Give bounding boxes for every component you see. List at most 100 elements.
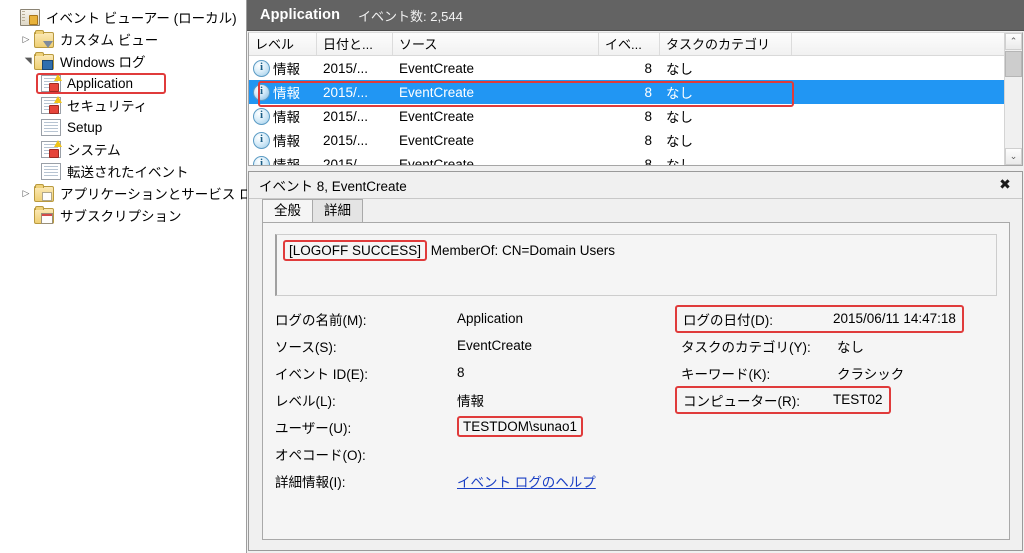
cell-event-id: 8 <box>644 60 652 76</box>
cell-task-category: なし <box>660 154 792 165</box>
cell-date: 2015/... <box>323 60 369 76</box>
table-row[interactable]: i 情報 2015/... EventCreate 8 なし <box>249 152 1004 165</box>
tree-item-label: サブスクリプション <box>60 209 182 224</box>
field-value: Application <box>457 311 524 326</box>
field-label: ソース(S): <box>275 339 337 355</box>
cell-task-category: なし <box>666 110 693 125</box>
cell-event-id: 8 <box>644 156 652 166</box>
cell-level: i 情報 <box>249 154 317 165</box>
chevron-right-icon[interactable] <box>18 182 34 205</box>
information-icon: i <box>253 83 270 101</box>
scroll-down-button[interactable]: ⌄ <box>1005 148 1022 165</box>
chevron-down-icon[interactable] <box>18 50 34 73</box>
column-header-spacer[interactable] <box>792 33 1004 55</box>
tree-item-security[interactable]: セキュリティ <box>0 94 246 116</box>
tree-item-windows-logs[interactable]: Windows ログ <box>0 50 246 72</box>
tree-item-label: Setup <box>67 119 103 135</box>
close-icon[interactable]: ✖ <box>994 175 1016 195</box>
cell-source: EventCreate <box>399 156 475 166</box>
tree-item-event-viewer-root[interactable]: イベント ビューアー (ローカル) <box>0 6 246 28</box>
cell-source: EventCreate <box>399 108 475 124</box>
field-value: クラシック <box>837 366 905 382</box>
field-keywords: キーワード(K): クラシック <box>675 359 997 386</box>
log-icon <box>41 162 61 180</box>
annotation-logged-date: ログの日付(D): 2015/06/11 14:47:18 <box>675 304 964 333</box>
cell-level-text: 情報 <box>273 86 300 101</box>
tab-general[interactable]: 全般 <box>262 199 313 222</box>
tree-item-subscriptions[interactable]: サブスクリプション <box>0 204 246 226</box>
tree-item-custom-views[interactable]: カスタム ビュー <box>0 28 246 50</box>
tree-item-setup[interactable]: Setup <box>0 116 246 138</box>
field-level: レベル(L): 情報 <box>275 386 675 413</box>
field-value: 2015/06/11 14:47:18 <box>833 311 956 326</box>
cell-task-category: なし <box>666 62 693 77</box>
cell-event-id: 8 <box>644 108 652 124</box>
event-fields-left-column: ログの名前(M): Application ソース(S): EventCreat… <box>275 305 675 494</box>
tree-item-label: Application <box>67 75 134 91</box>
cell-level-text: 情報 <box>273 154 300 165</box>
field-label: 詳細情報(I): <box>275 474 346 490</box>
cell-level-text: 情報 <box>273 62 300 77</box>
log-warning-icon <box>41 95 62 114</box>
cell-source: EventCreate <box>399 132 475 148</box>
column-header-event-id[interactable]: イベ... <box>599 33 660 55</box>
cell-level-text: 情報 <box>273 134 300 149</box>
cell-level: i 情報 <box>249 106 317 126</box>
folder-filter-icon <box>34 30 54 48</box>
column-header-level[interactable]: レベル <box>249 33 317 55</box>
event-message-text: MemberOf: CN=Domain Users <box>427 243 615 258</box>
event-log-help-link[interactable]: イベント ログのヘルプ <box>457 475 596 490</box>
event-viewer-icon <box>20 8 40 26</box>
log-icon <box>41 118 61 136</box>
information-icon: i <box>253 107 270 125</box>
tree-item-label: セキュリティ <box>67 99 148 114</box>
information-icon: i <box>253 155 270 165</box>
field-value: 8 <box>457 365 465 380</box>
tree-item-applications-and-services-logs[interactable]: アプリケーションとサービス ログ <box>0 182 266 205</box>
tree-item-forwarded-events[interactable]: 転送されたイベント <box>0 160 246 182</box>
tree-item-label: Windows ログ <box>60 55 146 70</box>
event-list-rows: i 情報 2015/... EventCreate 8 なし i 情報 2015… <box>249 56 1004 165</box>
column-header-date-time[interactable]: 日付と... <box>317 33 393 55</box>
field-user: ユーザー(U): TESTDOM\sunao1 <box>275 413 675 440</box>
table-row[interactable]: i 情報 2015/... EventCreate 8 なし <box>249 80 1004 104</box>
field-label: イベント ID(E): <box>275 366 368 382</box>
folder-plain-icon <box>34 184 54 202</box>
tab-details[interactable]: 詳細 <box>312 199 363 222</box>
event-viewer-window: イベント ビューアー (ローカル) カスタム ビュー Windows ログ Ap… <box>0 0 1024 553</box>
page-title: Application <box>260 7 341 23</box>
field-label: ログの日付(D): <box>683 312 773 328</box>
event-fields: ログの名前(M): Application ソース(S): EventCreat… <box>275 304 997 494</box>
event-fields-right-column: ログの日付(D): 2015/06/11 14:47:18 タスクのカテゴリ(Y… <box>675 304 997 494</box>
table-row[interactable]: i 情報 2015/... EventCreate 8 なし <box>249 128 1004 152</box>
event-list: レベル 日付と... ソース イベ... タスクのカテゴリ i 情報 2015/… <box>248 32 1023 166</box>
table-row[interactable]: i 情報 2015/... EventCreate 8 なし <box>249 56 1004 80</box>
tree-item-label: イベント ビューアー (ローカル) <box>46 11 237 26</box>
cell-event-id: 8 <box>644 84 652 100</box>
cell-date: 2015/... <box>323 156 369 166</box>
field-label: ユーザー(U): <box>275 420 352 436</box>
tree-item-label: アプリケーションとサービス ログ <box>60 187 266 202</box>
tree-item-system[interactable]: システム <box>0 138 246 160</box>
console-tree-pane: イベント ビューアー (ローカル) カスタム ビュー Windows ログ Ap… <box>0 0 266 553</box>
event-detail-general-panel: [LOGOFF SUCCESS] MemberOf: CN=Domain Use… <box>262 222 1010 540</box>
chevron-right-icon[interactable] <box>18 28 34 51</box>
results-header-bar: Application イベント数: 2,544 <box>247 0 1024 31</box>
annotation-computer: コンピューター(R): TEST02 <box>675 385 891 414</box>
column-header-source[interactable]: ソース <box>393 33 599 55</box>
scrollbar-thumb[interactable] <box>1005 51 1022 77</box>
event-list-scrollbar[interactable]: ⌃ ⌄ <box>1004 33 1022 165</box>
log-warning-icon <box>41 73 62 92</box>
cell-level: i 情報 <box>249 82 317 102</box>
event-detail-title-bar: イベント 8, EventCreate ✖ <box>249 172 1022 199</box>
tree-item-application[interactable]: Application <box>0 72 246 94</box>
cell-task-category: なし <box>666 134 693 149</box>
log-warning-icon <box>41 139 62 158</box>
field-task-category: タスクのカテゴリ(Y): なし <box>675 332 997 359</box>
table-row[interactable]: i 情報 2015/... EventCreate 8 なし <box>249 104 1004 128</box>
tree-item-label: システム <box>67 143 121 158</box>
scroll-up-button[interactable]: ⌃ <box>1005 33 1022 50</box>
column-header-task-category[interactable]: タスクのカテゴリ <box>660 33 792 55</box>
results-pane: Application イベント数: 2,544 レベル 日付と... ソース … <box>247 0 1024 553</box>
folder-subscriptions-icon <box>34 206 54 224</box>
